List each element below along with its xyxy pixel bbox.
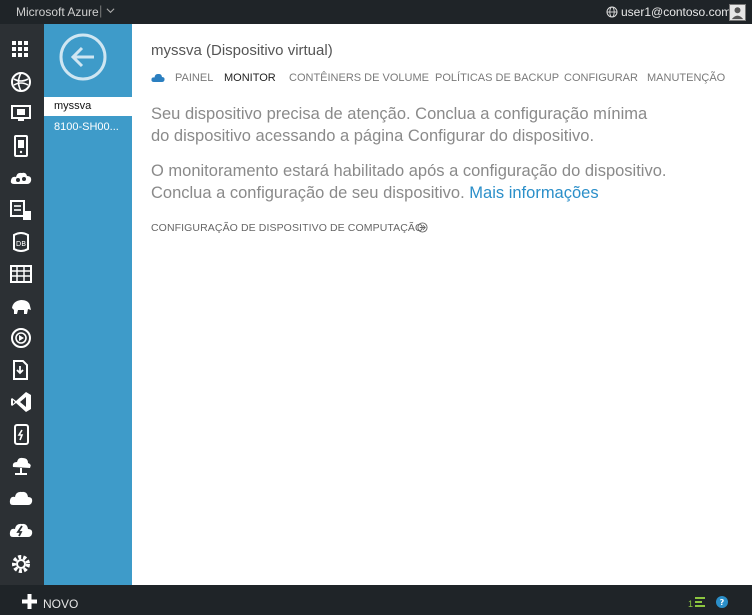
brand-title[interactable]: Microsoft Azure [16, 5, 99, 19]
operations-list-icon[interactable] [694, 596, 706, 608]
tab-monitor[interactable]: MONITOR [224, 72, 276, 84]
page-title: myssva (Dispositivo virtual) [151, 42, 333, 59]
tab-painel[interactable]: PAINEL [175, 72, 213, 84]
more-info-link[interactable]: Mais informações [469, 184, 598, 202]
bottom-command-bar: NOVO 1 ? [0, 585, 752, 615]
tab-politicas-de-backup[interactable]: POLÍTICAS DE BACKUP [435, 72, 559, 84]
tab-manutencao[interactable]: MANUTENÇÃO [647, 72, 725, 84]
attention-line-2: do dispositivo acessando a página Config… [151, 127, 595, 145]
svg-text:DB: DB [16, 240, 26, 248]
mobile-icon[interactable] [9, 134, 33, 158]
monitoring-message: O monitoramento estará habilitado após a… [151, 160, 741, 204]
media-icon[interactable] [9, 326, 33, 350]
chevron-down-icon[interactable] [106, 6, 115, 15]
main-content: myssva (Dispositivo virtual) PAINEL MONI… [132, 24, 752, 585]
cloud-icon[interactable] [9, 486, 33, 510]
item-list-panel: myssva 8100-SH00... [44, 24, 132, 585]
avatar[interactable] [729, 4, 746, 21]
settings-icon[interactable] [9, 552, 33, 576]
back-arrow-icon[interactable] [58, 32, 108, 82]
tab-configurar[interactable]: CONFIGURAR [564, 72, 638, 84]
tab-conteiners-de-volume[interactable]: CONTÊINERS DE VOLUME [289, 72, 429, 84]
list-item[interactable]: 8100-SH00... [44, 118, 132, 138]
storsimple-icon[interactable] [9, 422, 33, 446]
top-bar: Microsoft Azure | user1@contoso.com [0, 0, 752, 24]
operations-count-badge: 1 [688, 599, 694, 609]
list-item-selected[interactable]: myssva [44, 97, 132, 116]
automation-icon[interactable] [9, 518, 33, 542]
user-silhouette-icon [731, 7, 744, 20]
network-icon[interactable] [9, 454, 33, 478]
cloud-icon [151, 73, 165, 82]
document-icon[interactable] [9, 198, 33, 222]
brand-separator: | [99, 3, 103, 18]
cloud-services-icon[interactable] [9, 166, 33, 190]
user-email[interactable]: user1@contoso.com [621, 5, 731, 19]
new-button[interactable]: NOVO [43, 597, 78, 611]
monitoring-line-2-text: Conclua a configuração de seu dispositiv… [151, 184, 465, 202]
import-export-icon[interactable] [9, 358, 33, 382]
svg-text:?: ? [720, 598, 725, 607]
visual-studio-icon[interactable] [9, 390, 33, 414]
attention-line-1: Seu dispositivo precisa de atenção. Conc… [151, 105, 648, 123]
monitoring-line-2: Conclua a configuração de seu dispositiv… [151, 182, 741, 204]
attention-message: Seu dispositivo precisa de atenção. Conc… [151, 103, 741, 147]
hadoop-icon[interactable] [9, 294, 33, 318]
help-icon[interactable]: ? [716, 596, 728, 608]
left-nav: DB [0, 24, 44, 585]
database-icon[interactable]: DB [9, 230, 33, 254]
grid-icon[interactable] [9, 38, 33, 62]
plus-icon[interactable] [22, 594, 37, 609]
monitor-icon[interactable] [9, 102, 33, 126]
arrow-right-circle-icon[interactable] [417, 222, 428, 233]
globe-icon[interactable] [9, 70, 33, 94]
table-icon[interactable] [9, 262, 33, 286]
compute-device-config-link[interactable]: CONFIGURAÇÃO DE DISPOSITIVO DE COMPUTAÇÃ… [151, 222, 423, 234]
globe-icon [606, 6, 618, 18]
monitoring-line-1: O monitoramento estará habilitado após a… [151, 162, 667, 180]
